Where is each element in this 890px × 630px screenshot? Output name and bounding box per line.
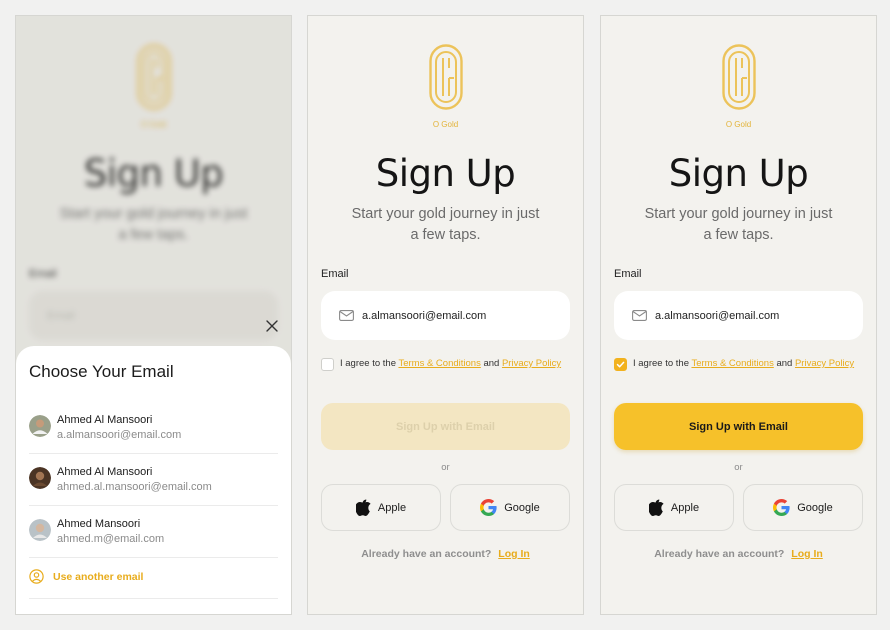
signup-email-button[interactable]: Sign Up with Email [321,403,570,450]
or-divider: or [734,462,743,473]
agree-prefix: I agree to the [340,358,396,369]
checkmark-icon [616,361,625,368]
brand-name: O Gold [432,120,459,129]
apple-button[interactable]: Apple [321,484,441,531]
use-another-label: Use another email [53,570,144,583]
screen-signup-unchecked: O Gold Sign Up Start your gold journey i… [307,15,584,615]
terms-link[interactable]: Terms & Conditions [398,358,480,369]
google-icon [480,499,497,516]
email-label: Email [321,268,349,280]
account-email: ahmed.m@email.com [57,533,165,545]
ogold-logo-icon [428,44,463,110]
already-text: Already have an account? [654,548,785,560]
apple-label: Apple [670,501,700,514]
agree-checkbox[interactable] [321,358,334,371]
screen-choose-email: O Gold Sign Up Start your gold journey i… [15,15,292,615]
account-name: Ahmed Mansoori [57,518,141,530]
google-label: Google [797,501,833,514]
account-email: a.almansoori@email.com [57,429,182,441]
login-prompt: Already have an account? Log In [308,548,583,560]
email-field[interactable]: a.almansoori@email.com [321,291,570,340]
email-field[interactable]: a.almansoori@email.com [614,291,863,340]
agree-prefix: I agree to the [633,358,689,369]
signup-email-button[interactable]: Sign Up with Email [614,403,863,450]
close-icon[interactable] [265,319,279,333]
account-item[interactable]: Ahmed Mansoori ahmed.m@email.com [29,506,278,558]
page-subtitle: Start your gold journey in just a few ta… [644,206,833,243]
apple-icon [648,499,664,516]
apple-button[interactable]: Apple [614,484,734,531]
google-button[interactable]: Google [450,484,570,531]
google-button[interactable]: Google [743,484,863,531]
account-item[interactable]: Ahmed Al Mansoori ahmed.al.mansoori@emai… [29,454,278,506]
page-title: Sign Up [375,152,516,195]
page-title: Sign Up [668,152,809,195]
mail-icon [339,310,354,321]
account-email: ahmed.al.mansoori@email.com [57,481,212,493]
terms-agreement: I agree to the Terms & Conditions and Pr… [321,357,571,371]
account-name: Ahmed Al Mansoori [57,466,153,478]
email-value: a.almansoori@email.com [362,309,487,322]
brand-name: O Gold [725,120,752,129]
login-prompt: Already have an account? Log In [601,548,876,560]
agree-and: and [776,358,793,369]
mail-icon [632,310,647,321]
page-subtitle: Start your gold journey in just a few ta… [351,206,540,243]
user-circle-icon [29,569,44,584]
agree-and: and [483,358,500,369]
email-label: Email [614,268,642,280]
already-text: Already have an account? [361,548,492,560]
choose-email-sheet: Choose Your Email Ahmed Al Mansoori a.al… [16,346,291,614]
screen-signup-checked: O Gold Sign Up Start your gold journey i… [600,15,877,615]
terms-agreement: I agree to the Terms & Conditions and Pr… [614,357,864,371]
privacy-link[interactable]: Privacy Policy [795,358,854,369]
terms-link[interactable]: Terms & Conditions [691,358,773,369]
avatar [29,467,51,489]
apple-label: Apple [377,501,407,514]
avatar [29,415,51,437]
sheet-title: Choose Your Email [29,362,174,381]
account-name: Ahmed Al Mansoori [57,414,153,426]
login-link[interactable]: Log In [791,548,823,560]
privacy-link[interactable]: Privacy Policy [502,358,561,369]
google-label: Google [504,501,540,514]
ogold-logo-icon [721,44,756,110]
use-another-email-button[interactable]: Use another email [29,555,278,599]
or-divider: or [441,462,450,473]
account-item[interactable]: Ahmed Al Mansoori a.almansoori@email.com [29,402,278,454]
google-icon [773,499,790,516]
apple-icon [355,499,371,516]
agree-checkbox[interactable] [614,358,627,371]
login-link[interactable]: Log In [498,548,530,560]
email-value: a.almansoori@email.com [655,309,780,322]
avatar [29,519,51,541]
